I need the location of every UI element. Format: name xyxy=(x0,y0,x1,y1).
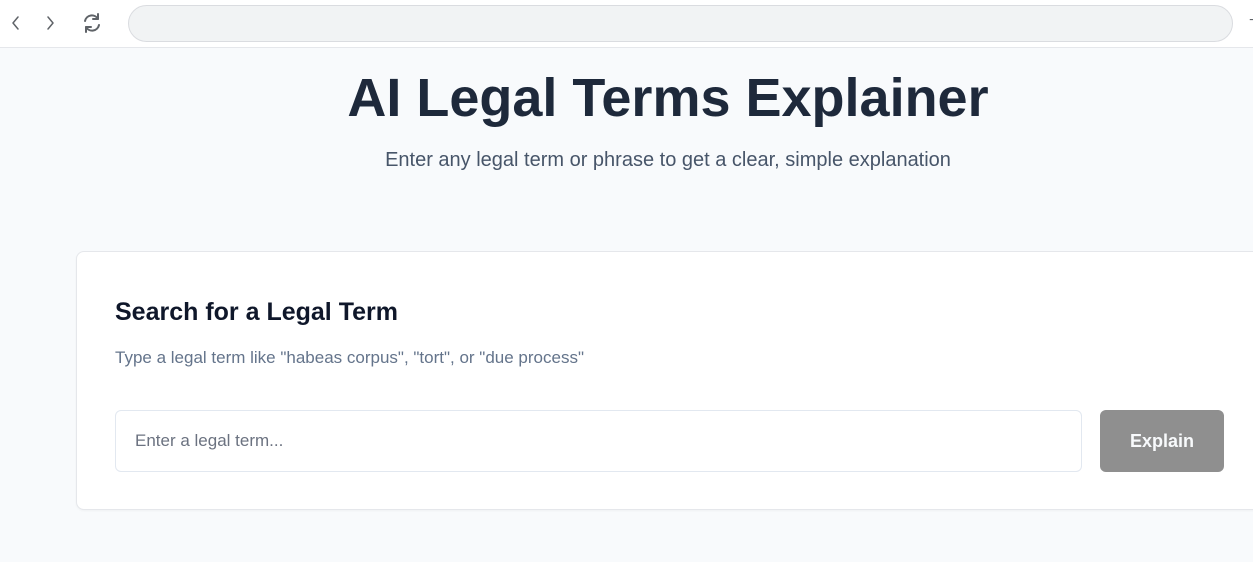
refresh-icon[interactable] xyxy=(80,11,104,35)
search-card-title: Search for a Legal Term xyxy=(115,298,398,326)
address-bar[interactable] xyxy=(128,5,1233,42)
page-title: AI Legal Terms Explainer xyxy=(347,68,989,128)
legal-term-search-card: Search for a Legal Term Type a legal ter… xyxy=(76,251,1253,510)
page-subtitle: Enter any legal term or phrase to get a … xyxy=(385,149,951,171)
search-card-description: Type a legal term like "habeas corpus", … xyxy=(115,348,584,367)
legal-term-input[interactable] xyxy=(115,410,1082,472)
back-icon[interactable] xyxy=(4,11,28,35)
browser-toolbar: + xyxy=(0,0,1253,48)
forward-icon[interactable] xyxy=(38,11,62,35)
toolbar-edge-glyph: + xyxy=(1249,14,1253,28)
explain-button[interactable]: Explain xyxy=(1100,410,1224,472)
